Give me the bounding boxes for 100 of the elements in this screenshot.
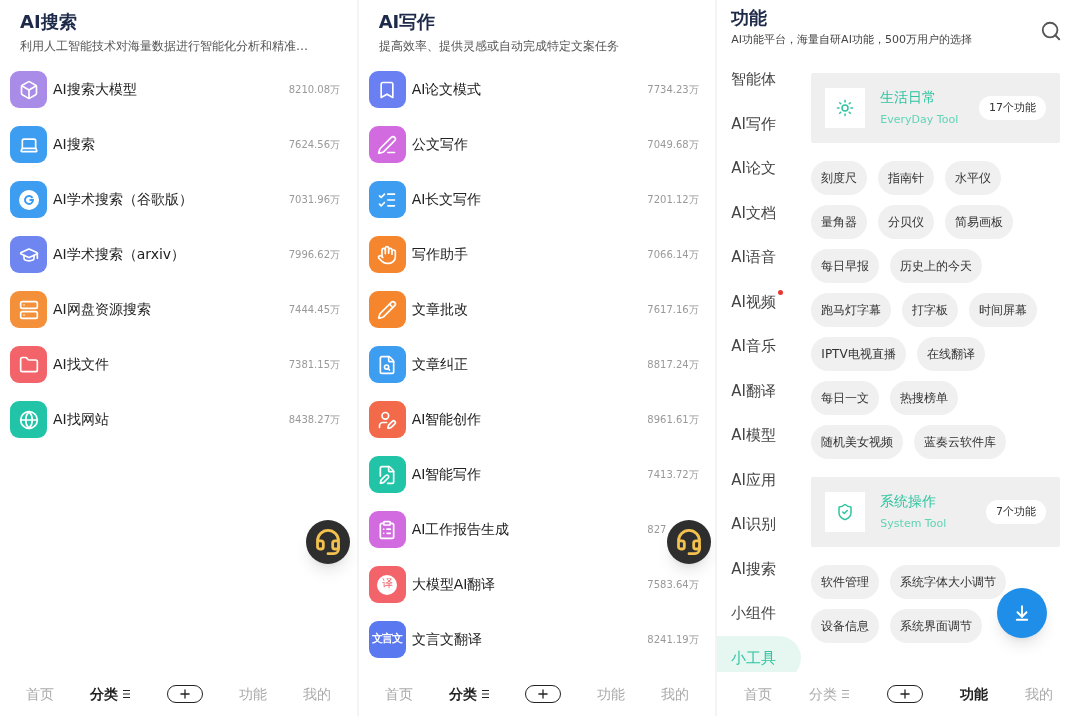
tool-chip[interactable]: IPTV电视直播 — [811, 337, 906, 371]
tool-chip[interactable]: 系统字体大小调节 — [890, 565, 1007, 599]
tool-chip[interactable]: 热搜榜单 — [890, 381, 959, 415]
menu-icon — [121, 689, 131, 699]
clipboard-icon — [377, 519, 398, 540]
tool-list-item[interactable]: AI智能写作 7413.72万 — [358, 447, 716, 502]
screen-title: 功能 — [731, 6, 769, 30]
tool-chip[interactable]: 水平仪 — [945, 161, 1002, 195]
tool-name: AI智能创作 — [411, 410, 483, 429]
tool-list-item[interactable]: AI长文写作 7201.12万 — [358, 172, 716, 227]
tool-list-item[interactable]: AI学术搜索（arxiv） 7996.62万 — [0, 227, 357, 282]
nav-tab[interactable]: 功能 — [960, 683, 989, 705]
category-tab[interactable]: AI应用 — [717, 457, 802, 502]
tool-list-item[interactable]: AI搜索 7624.56万 — [0, 117, 357, 172]
tool-chip[interactable]: 指南针 — [878, 161, 935, 195]
tool-list-item[interactable]: AI找网站 8438.27万 — [0, 392, 357, 447]
category-tab[interactable]: AI翻译 — [717, 368, 802, 413]
tool-list-item[interactable]: AI工作报告生成 827 — [358, 502, 716, 557]
tool-name: AI工作报告生成 — [411, 520, 511, 539]
tool-list-item[interactable]: AI智能创作 8961.61万 — [358, 392, 716, 447]
tool-list-item[interactable]: AI学术搜索（谷歌版） 7031.96万 — [0, 172, 357, 227]
tool-chip[interactable]: 打字板 — [902, 293, 959, 327]
tool-chip[interactable]: 每日早报 — [811, 249, 880, 283]
plus-icon — [536, 687, 551, 701]
category-tab[interactable]: AI写作 — [717, 101, 802, 146]
menu-icon — [480, 689, 490, 699]
tool-name: 文章批改 — [411, 300, 469, 319]
tool-chip[interactable]: 蓝奏云软件库 — [914, 425, 1007, 459]
globe-icon — [18, 409, 39, 430]
card-title: 系统操作 — [880, 491, 938, 510]
tool-name: 文章纠正 — [411, 355, 469, 374]
nav-tab[interactable]: 分类 — [89, 683, 131, 705]
usage-count: 7583.64万 — [647, 578, 700, 592]
card-subtitle: System Tool — [880, 515, 948, 532]
category-card[interactable]: 生活日常 EveryDay Tool 17个功能 — [811, 73, 1060, 143]
category-tab[interactable]: 小组件 — [717, 591, 802, 636]
tool-chip[interactable]: 软件管理 — [811, 565, 880, 599]
tool-chip[interactable]: 在线翻译 — [916, 337, 985, 371]
function-count: 17个功能 — [979, 95, 1046, 121]
category-tab[interactable]: AI视频 — [717, 279, 802, 324]
category-tab[interactable]: 智能体 — [717, 57, 802, 102]
tool-list-item[interactable]: AI搜索大模型 8210.08万 — [0, 62, 357, 117]
tool-name: 大模型AI翻译 — [411, 575, 497, 594]
tool-chip[interactable]: 随机美女视频 — [811, 425, 904, 459]
tool-chip[interactable]: 时间屏幕 — [969, 293, 1038, 327]
usage-count: 7049.68万 — [647, 138, 700, 152]
usage-count: 8817.24万 — [647, 358, 700, 372]
g-letter-icon — [18, 189, 39, 210]
nav-tab[interactable]: 分类 — [448, 683, 490, 705]
category-tab[interactable]: AI模型 — [717, 413, 802, 458]
tool-chip[interactable]: 简易画板 — [945, 205, 1014, 239]
customer-service-button[interactable] — [666, 520, 711, 564]
function-count: 7个功能 — [986, 499, 1046, 525]
tool-list-item[interactable]: AI论文模式 7734.23万 — [358, 62, 716, 117]
category-tab[interactable]: AI论文 — [717, 146, 802, 191]
tool-name: AI智能写作 — [411, 465, 483, 484]
tool-list-item[interactable]: AI网盘资源搜索 7444.45万 — [0, 282, 357, 337]
tool-chip[interactable]: 刻度尺 — [811, 161, 868, 195]
category-tab[interactable]: AI音乐 — [717, 324, 802, 369]
screen-subtitle: AI功能平台，海量自研AI功能，500万用户的选择 — [731, 32, 972, 48]
usage-count: 7413.72万 — [647, 468, 700, 482]
usage-count: 7066.14万 — [647, 248, 700, 262]
category-tab[interactable]: AI识别 — [717, 502, 802, 547]
tool-list-item[interactable]: 文章纠正 8817.24万 — [358, 337, 716, 392]
sun-icon — [836, 99, 855, 117]
tool-chip[interactable]: 每日一文 — [811, 381, 880, 415]
plus-icon — [177, 687, 192, 701]
shield-icon — [836, 503, 855, 521]
tool-chip[interactable]: 分贝仪 — [878, 205, 935, 239]
search-icon[interactable] — [1040, 20, 1062, 42]
customer-service-button[interactable] — [306, 520, 350, 564]
screen-title: AI搜索 — [20, 10, 78, 34]
tool-chip[interactable]: 跑马灯字幕 — [811, 293, 892, 327]
tool-name: AI找文件 — [53, 355, 110, 374]
usage-count: 8210.08万 — [288, 83, 342, 97]
tool-chip[interactable]: 系统界面调节 — [890, 609, 983, 643]
tool-chip[interactable]: 量角器 — [811, 205, 868, 239]
folder-icon — [18, 354, 39, 375]
usage-count: 827 — [647, 523, 668, 537]
tool-chip[interactable]: 历史上的今天 — [890, 249, 983, 283]
category-card[interactable]: 系统操作 System Tool 7个功能 — [811, 477, 1060, 547]
tool-list-item[interactable]: 译 大模型AI翻译 7583.64万 — [358, 557, 716, 612]
category-tab[interactable]: AI语音 — [717, 235, 802, 280]
usage-count: 7617.16万 — [647, 303, 700, 317]
category-tab[interactable]: AI文档 — [717, 190, 802, 235]
category-tab[interactable]: AI搜索 — [717, 546, 802, 591]
file-pen-icon — [377, 464, 398, 485]
tool-name: AI网盘资源搜索 — [53, 300, 152, 319]
tool-name: 公文写作 — [411, 135, 469, 154]
tool-list-item[interactable]: 文言文 文言文翻译 8241.19万 — [358, 612, 716, 667]
tool-list-item[interactable]: 公文写作 7049.68万 — [358, 117, 716, 172]
card-title: 生活日常 — [880, 87, 938, 106]
tool-list-item[interactable]: 文章批改 7617.16万 — [358, 282, 716, 337]
screen-title: AI写作 — [378, 10, 437, 34]
tool-name: AI学术搜索（谷歌版） — [53, 190, 194, 209]
tool-list-item[interactable]: 写作助手 7066.14万 — [358, 227, 716, 282]
tool-chip[interactable]: 设备信息 — [811, 609, 880, 643]
usage-count: 7996.62万 — [288, 248, 342, 262]
tool-list-item[interactable]: AI找文件 7381.15万 — [0, 337, 357, 392]
download-button[interactable] — [997, 588, 1048, 638]
